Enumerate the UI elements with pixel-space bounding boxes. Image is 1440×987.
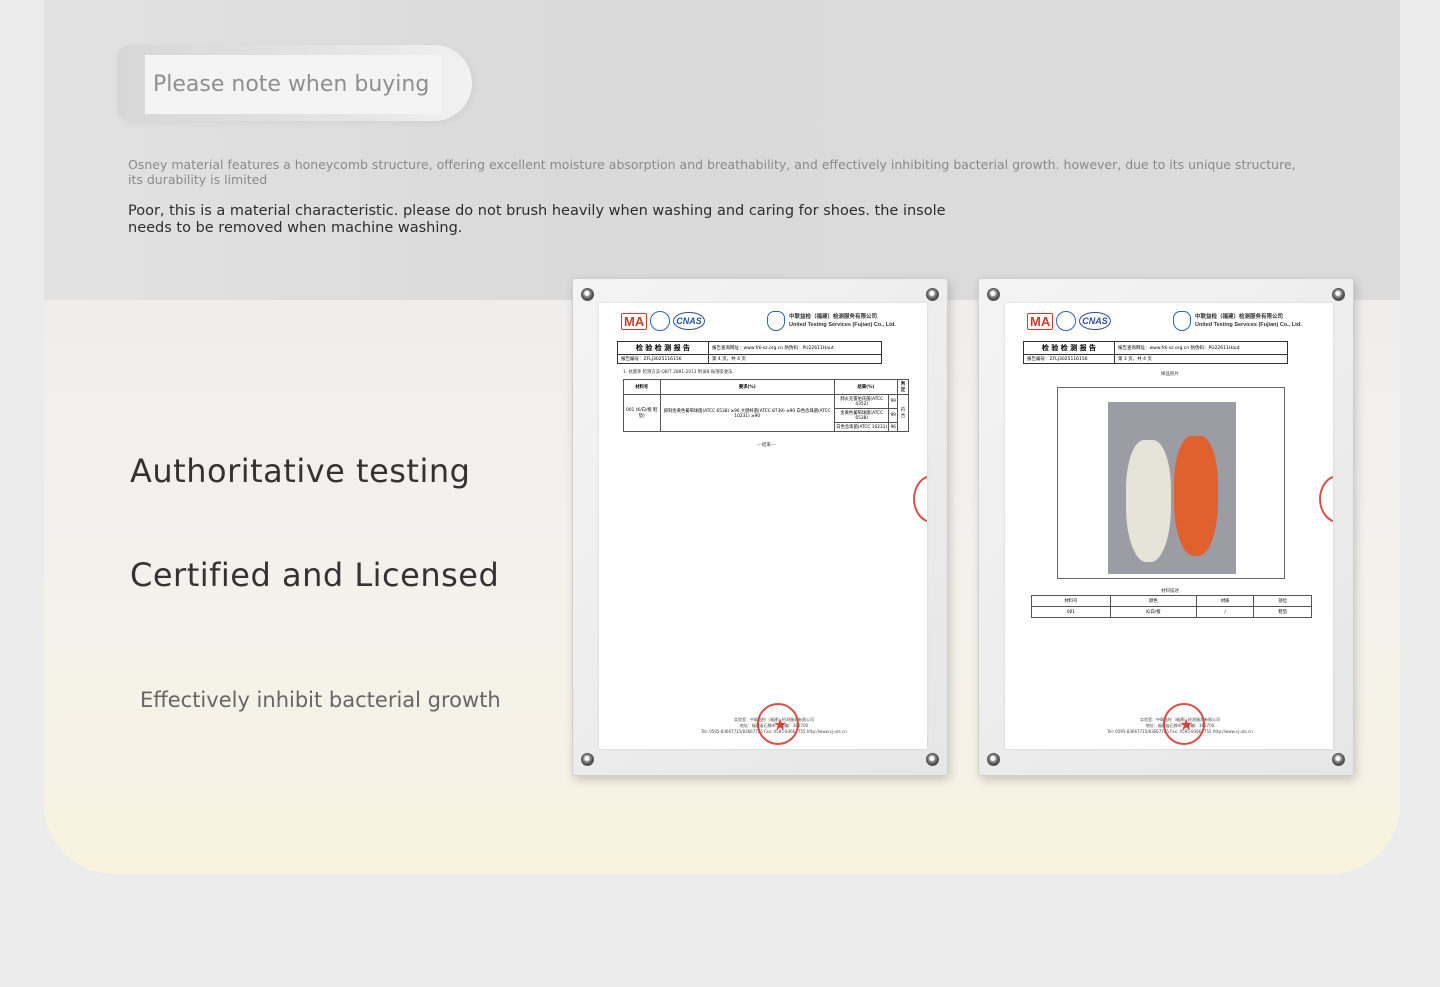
org-name-cn: 中联益检（福建）检测服务有限公司 (789, 314, 878, 320)
screw-icon (987, 753, 1000, 766)
screw-icon (1332, 288, 1345, 301)
screw-icon (581, 753, 594, 766)
insole-orange (1174, 436, 1218, 556)
ilac-logo (1056, 311, 1077, 331)
sample-cell: 001 (K/白/橙 鞋垫) (623, 394, 661, 432)
sample-photo (1108, 402, 1236, 574)
uts-logo (767, 311, 785, 331)
ma-logo: MA (1027, 312, 1054, 330)
certificate-frame-2: MA CNAS 中联益检（福建）检测服务有限公司 United Testing … (978, 278, 1354, 776)
report-header-table: 检 验 检 测 报 告 报告查询网址：www.fdi-sz.org.cn 防伪码… (617, 341, 883, 364)
page-count: 第 4 页，共 4 页 (707, 354, 883, 364)
seal-stamp-edge (913, 475, 927, 523)
screw-icon (1332, 753, 1345, 766)
verdict-cell: 符合 (896, 394, 910, 432)
org-name-en: United Testing Services (Fujian) Co., Lt… (789, 322, 896, 328)
screw-icon (926, 288, 939, 301)
seal-stamp: ★ (1163, 703, 1205, 745)
benefit-text: Effectively inhibit bacterial growth (140, 688, 501, 712)
org-header: 中联益检（福建）检测服务有限公司 United Testing Services… (1173, 311, 1302, 331)
seal-stamp: ★ (757, 703, 799, 745)
seal-stamp-edge (1319, 475, 1333, 523)
accreditation-logos: MA CNAS (621, 311, 705, 331)
org-header: 中联益检（福建）检测服务有限公司 United Testing Services… (767, 311, 896, 331)
report-number: 报告编号：ZFLJ3025116156 (617, 354, 709, 364)
test-section-title: 1. 抗菌率 检测方法:QB/T 2881-2013 附录B 振荡吸收法 (623, 370, 733, 375)
description-line-2: Poor, this is a material characteristic.… (128, 203, 946, 236)
test-result-table: 材料号 要求(%) 结果(%) 判定 001 (K/白/橙 鞋垫) 抑制金黄色葡… (623, 379, 910, 432)
material-table: 材料号 颜色 材质 部位 001 K/白/橙 / 鞋垫 (1031, 595, 1312, 618)
material-caption: 材料描述 (1161, 589, 1179, 594)
report-title: 检 验 检 测 报 告 (617, 341, 709, 355)
certificate-frame-1: MA CNAS 中联益检（福建）检测服务有限公司 United Testing … (572, 278, 948, 776)
content-card: Please note when buying Osney material f… (44, 0, 1400, 874)
ilac-logo (650, 311, 671, 331)
certificate-document-1: MA CNAS 中联益检（福建）检测服务有限公司 United Testing … (599, 303, 927, 749)
report-header-table: 检 验 检 测 报 告 报告查询网址：www.fdi-sz.org.cn 防伪码… (1023, 341, 1289, 364)
uts-logo (1173, 311, 1191, 331)
accreditation-logos: MA CNAS (1027, 311, 1111, 331)
photo-caption: 样品照片 (1161, 372, 1179, 377)
end-mark: ---结束--- (757, 443, 776, 448)
description-line-1: Osney material features a honeycomb stru… (128, 157, 1296, 187)
screw-icon (581, 288, 594, 301)
sample-photo-frame (1057, 387, 1285, 579)
headline-testing: Authoritative testing (130, 452, 471, 490)
notice-title: Please note when buying (145, 55, 442, 114)
certificate-document-2: MA CNAS 中联益检（福建）检测服务有限公司 United Testing … (1005, 303, 1333, 749)
cnas-logo: CNAS (1079, 312, 1111, 330)
screw-icon (926, 753, 939, 766)
headline-certified: Certified and Licensed (130, 556, 500, 594)
query-info: 报告查询网址：www.fdi-sz.org.cn 防伪码：PU22611Haut (707, 341, 883, 355)
screw-icon (987, 288, 1000, 301)
cnas-logo: CNAS (673, 312, 705, 330)
insole-white (1126, 440, 1171, 562)
ma-logo: MA (621, 312, 648, 330)
requirements-cell: 抑制金黄色葡萄球菌(ATCC 6538) ≥90 大肠杆菌(ATCC 8739)… (659, 394, 835, 432)
